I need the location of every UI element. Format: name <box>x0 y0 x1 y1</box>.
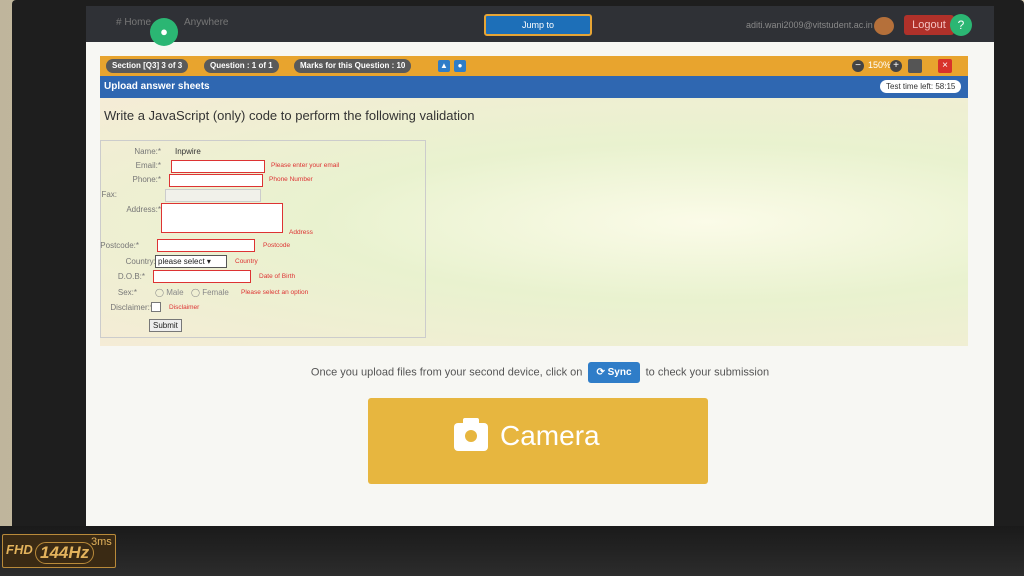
email-hint: Please enter your email <box>271 162 340 169</box>
sync-text-after: to check your submission <box>645 366 770 379</box>
name-label: Name:* <box>134 147 161 156</box>
phone-label: Phone:* <box>132 175 161 184</box>
zoom-in-icon[interactable]: + <box>890 60 902 72</box>
chat-icon[interactable]: ● <box>150 18 178 46</box>
question-text: Write a JavaScript (only) code to perfor… <box>104 108 475 123</box>
anywhere-link[interactable]: Anywhere <box>184 17 228 28</box>
form-image: Name:* Inpwire Email:* Please enter your… <box>100 140 426 338</box>
sex-label: Sex:* <box>117 288 137 297</box>
zoom-out-icon[interactable]: − <box>852 60 864 72</box>
disclaimer-hint: Disclaimer <box>169 304 200 311</box>
zoom-level: 150% <box>868 60 892 70</box>
phone-hint: Phone Number <box>269 176 313 183</box>
monitor-sticker: FHD 144Hz 3ms <box>2 534 116 568</box>
question-area: Write a JavaScript (only) code to perfor… <box>100 98 968 346</box>
dob-hint: Date of Birth <box>259 273 296 280</box>
sync-instruction: Once you upload files from your second d… <box>86 362 994 383</box>
country-hint: Country <box>235 258 258 265</box>
camera-button[interactable]: Camera <box>368 398 708 484</box>
sex-female-radio: ◯ Female <box>191 288 229 297</box>
top-navigation: # Home ● Anywhere Jump to aditi.wani2009… <box>86 6 994 46</box>
marks-pill: Marks for this Question : 10 <box>294 59 412 73</box>
disclaimer-checkbox <box>151 302 161 312</box>
fax-label: Fax: <box>101 190 117 199</box>
sync-text-before: Once you upload files from your second d… <box>310 366 583 379</box>
fhd-label: FHD <box>6 542 33 557</box>
dob-field <box>153 270 251 283</box>
postcode-hint: Postcode <box>263 242 291 249</box>
response-time-label: 3ms <box>91 536 112 548</box>
exam-toolbar: Section [Q3] 3 of 3 Question : 1 of 1 Ma… <box>100 56 968 76</box>
country-label: Country:* <box>125 257 159 266</box>
refresh-rate-label: 144Hz <box>35 542 95 564</box>
jump-to-button[interactable]: Jump to <box>484 14 592 36</box>
upload-header: Upload answer sheets Test time left: 58:… <box>100 76 968 98</box>
address-field <box>161 203 283 233</box>
person-icon[interactable]: ▲ <box>438 60 450 72</box>
dob-label: D.O.B:* <box>117 272 145 281</box>
comment-icon[interactable]: ● <box>454 60 466 72</box>
phone-field <box>169 174 263 187</box>
section-pill: Section [Q3] 3 of 3 <box>106 59 189 73</box>
name-value: Inpwire <box>175 147 201 156</box>
calculator-icon[interactable] <box>908 59 922 73</box>
question-pill: Question : 1 of 1 <box>204 59 279 73</box>
email-label: Email:* <box>135 161 161 170</box>
close-icon[interactable]: × <box>938 59 952 73</box>
screen: # Home ● Anywhere Jump to aditi.wani2009… <box>86 6 994 526</box>
user-email: aditi.wani2009@vitstudent.ac.in <box>746 20 873 30</box>
sex-hint: Please select an option <box>241 289 309 296</box>
time-left-badge: Test time left: 58:15 <box>880 80 962 93</box>
user-avatar-icon[interactable] <box>874 17 894 35</box>
fax-field <box>165 189 261 202</box>
form-submit-button: Submit <box>149 319 182 332</box>
monitor-bottom-bezel <box>0 526 1024 576</box>
postcode-label: Postcode:* <box>100 241 139 250</box>
address-hint: Address <box>289 229 313 236</box>
postcode-field <box>157 239 255 252</box>
address-label: Address:* <box>126 205 161 214</box>
country-select: please select ▾ <box>155 255 227 268</box>
home-link[interactable]: # Home <box>116 17 151 28</box>
email-field <box>171 160 265 173</box>
disclaimer-label: Disclaimer:* <box>110 303 153 312</box>
help-icon[interactable]: ? <box>950 14 972 36</box>
logout-button[interactable]: Logout <box>904 15 954 35</box>
upload-title: Upload answer sheets <box>104 81 210 92</box>
sync-button[interactable]: ⟳ Sync <box>588 362 640 383</box>
sex-male-radio: ◯ Male <box>155 288 184 297</box>
camera-label: Camera <box>500 420 600 451</box>
camera-icon <box>454 418 488 451</box>
